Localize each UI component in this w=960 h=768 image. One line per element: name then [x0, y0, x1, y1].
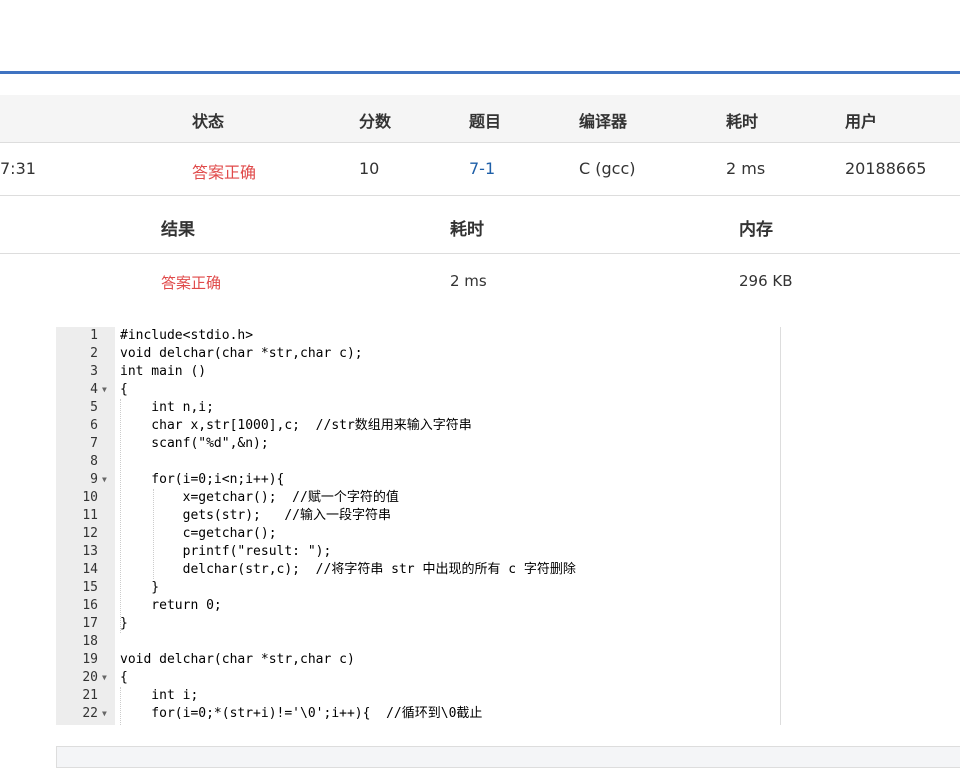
code-text: } [120, 616, 128, 631]
line-number: 7 [90, 436, 98, 451]
code-line: 19 void delchar(char *str,char c) [56, 651, 780, 669]
code-text: int n,i; [120, 400, 214, 415]
code-line: 18 [56, 633, 780, 651]
code-text: int main () [120, 364, 207, 379]
line-number: 16 [82, 598, 98, 613]
result-header-memory: 内存 [739, 220, 773, 240]
code-line: 22 ▼ for(i=0;*(str+i)!='\0';i++){ //循环到\0… [56, 705, 780, 723]
code-line: 20 ▼ { [56, 669, 780, 687]
submission-user: 20188665 [845, 159, 927, 178]
result-time: 2 ms [450, 272, 487, 290]
submission-problem-link[interactable]: 7-1 [469, 159, 495, 178]
code-line: 9 ▼ for(i=0;i<n;i++){ [56, 471, 780, 489]
fold-toggle-icon[interactable]: ▼ [102, 471, 107, 489]
result-header-result: 结果 [161, 220, 195, 240]
line-number: 5 [90, 400, 98, 415]
code-text: return 0; [120, 598, 222, 613]
code-text: void delchar(char *str,char c) [120, 652, 355, 667]
code-text: int i; [120, 688, 199, 703]
code-line: 21 int i; [56, 687, 780, 705]
line-number: 6 [90, 418, 98, 433]
code-text: char x,str[1000],c; //str数组用来输入字符串 [120, 418, 472, 433]
code-text: printf("result: "); [120, 544, 332, 559]
bottom-panel [56, 746, 960, 768]
code-text: #include<stdio.h> [120, 328, 254, 343]
line-number: 2 [90, 346, 98, 361]
header-compiler: 编译器 [579, 112, 628, 131]
submission-score: 10 [359, 159, 380, 178]
code-line: 6 char x,str[1000],c; //str数组用来输入字符串 [56, 417, 780, 435]
code-line: 7 scanf("%d",&n); [56, 435, 780, 453]
code-line: 14 delchar(str,c); //将字符串 str 中出现的所有 c 字… [56, 561, 780, 579]
header-time: 耗时 [726, 112, 759, 131]
code-line: 2 void delchar(char *str,char c); [56, 345, 780, 363]
line-number: 10 [82, 490, 98, 505]
line-number: 20 [82, 670, 98, 685]
line-number: 22 [82, 706, 98, 721]
line-number: 8 [90, 454, 98, 469]
line-number: 15 [82, 580, 98, 595]
code-text: for(i=0;*(str+i)!='\0';i++){ //循环到\0截止 [120, 706, 483, 721]
code-line: 3 int main () [56, 363, 780, 381]
line-number: 9 [90, 472, 98, 487]
code-line: 1 #include<stdio.h> [56, 327, 780, 345]
result-status: 答案正确 [161, 274, 222, 292]
submission-compiler: C (gcc) [579, 159, 636, 178]
submission-status: 答案正确 [192, 163, 257, 182]
code-text: } [120, 580, 160, 595]
code-line: 12 c=getchar(); [56, 525, 780, 543]
line-number: 4 [90, 382, 98, 397]
fold-toggle-icon[interactable]: ▼ [102, 381, 107, 399]
line-number: 14 [82, 562, 98, 577]
code-text: for(i=0;i<n;i++){ [120, 472, 285, 487]
code-line: 11 gets(str); //输入一段字符串 [56, 507, 780, 525]
line-number: 17 [82, 616, 98, 631]
code-text: { [120, 382, 128, 397]
top-area [0, 0, 960, 71]
code-text: { [120, 670, 128, 685]
code-line: 13 printf("result: "); [56, 543, 780, 561]
line-number: 18 [82, 634, 98, 649]
line-number: 13 [82, 544, 98, 559]
code-text: void delchar(char *str,char c); [120, 346, 363, 361]
line-number: 19 [82, 652, 98, 667]
header-accent-line [0, 71, 960, 74]
submission-time: 2 ms [726, 159, 766, 178]
header-status: 状态 [192, 112, 225, 131]
code-text: c=getchar(); [120, 526, 277, 541]
code-text: delchar(str,c); //将字符串 str 中出现的所有 c 字符删除 [120, 562, 576, 577]
fold-toggle-icon[interactable]: ▼ [102, 669, 107, 687]
code-line: 10 x=getchar(); //赋一个字符的值 [56, 489, 780, 507]
code-line: 15 } [56, 579, 780, 597]
code-line: 17} [56, 615, 780, 633]
header-user: 用户 [845, 112, 878, 131]
code-line: 16 return 0; [56, 597, 780, 615]
line-number: 1 [90, 328, 98, 343]
fold-toggle-icon[interactable]: ▼ [102, 705, 107, 723]
code-text: gets(str); //输入一段字符串 [120, 508, 392, 523]
line-number: 12 [82, 526, 98, 541]
submission-time-fragment: 7:31 [0, 159, 36, 178]
code-line: 5 int n,i; [56, 399, 780, 417]
header-problem: 题目 [469, 112, 502, 131]
code-viewer[interactable]: 1 #include<stdio.h> 2 void delchar(char *st… [56, 327, 781, 725]
code-line: 4 ▼ { [56, 381, 780, 399]
line-number: 11 [82, 508, 98, 523]
code-text: scanf("%d",&n); [120, 436, 269, 451]
line-number: 3 [90, 364, 98, 379]
result-memory: 296 KB [739, 272, 793, 290]
header-score: 分数 [359, 112, 392, 131]
line-number: 21 [82, 688, 98, 703]
code-line: 8 [56, 453, 780, 471]
result-header-time: 耗时 [450, 220, 484, 240]
code-text: x=getchar(); //赋一个字符的值 [120, 490, 399, 505]
